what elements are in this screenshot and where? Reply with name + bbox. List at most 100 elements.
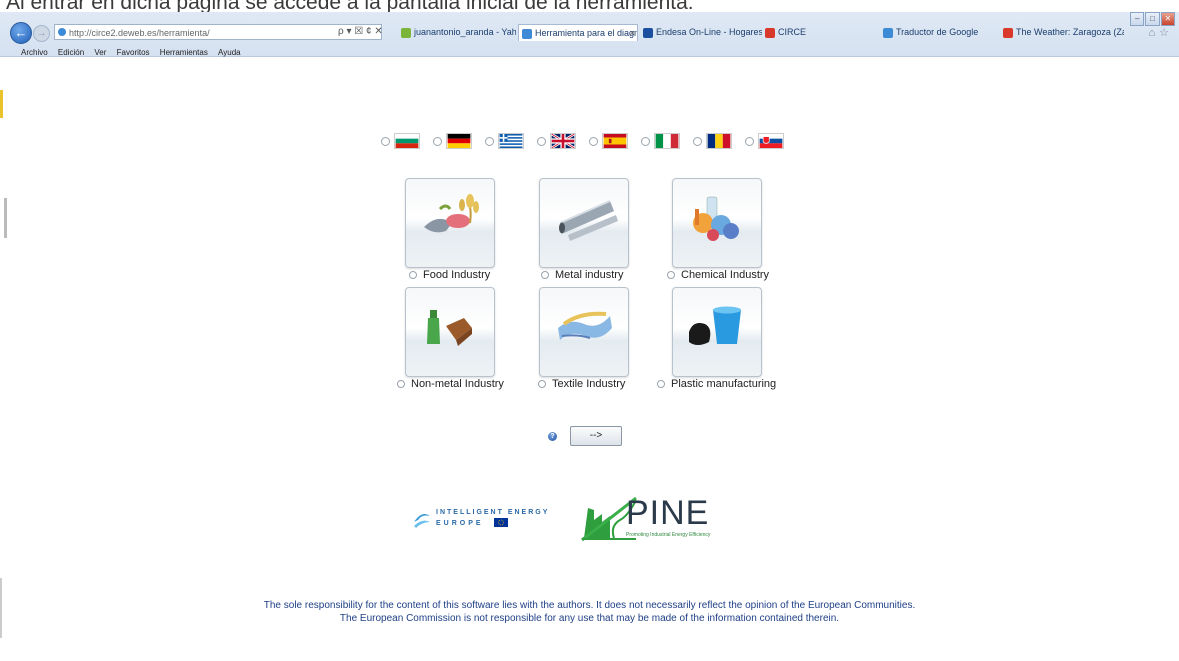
lang-radio[interactable] (537, 136, 546, 146)
disclaimer-line-1: The sole responsibility for the content … (263, 600, 916, 611)
lang-option-el[interactable] (485, 133, 524, 149)
food-icon (424, 194, 479, 233)
industry-label: Non-metal Industry (411, 378, 504, 390)
lang-radio[interactable] (745, 136, 754, 146)
iee-logo-subtext: EUROPE (436, 520, 484, 527)
industry-option-plastic[interactable]: Plastic manufacturing (657, 378, 776, 390)
tab-herramienta[interactable]: Herramienta para el diagnó... × (518, 24, 638, 41)
lang-option-de[interactable] (433, 133, 472, 149)
lang-option-es[interactable] (589, 133, 628, 149)
industry-option-textile[interactable]: Textile Industry (538, 378, 625, 390)
forward-button[interactable]: → (33, 25, 50, 42)
menu-edicion[interactable]: Edición (58, 48, 84, 57)
industry-card-metal[interactable] (539, 178, 629, 268)
lang-radio[interactable] (381, 136, 390, 146)
bottle-brick-icon (427, 310, 472, 346)
industry-label: Chemical Industry (681, 269, 770, 281)
menu-favoritos[interactable]: Favoritos (117, 48, 150, 57)
tab-label: Endesa On-Line - Hogares (656, 27, 762, 37)
industry-option-food[interactable]: Food Industry (409, 269, 490, 281)
back-button[interactable]: ← (10, 22, 32, 44)
industry-card-chemical[interactable] (672, 178, 762, 268)
tab-label: Traductor de Google (896, 27, 979, 37)
eu-flag-icon (494, 518, 508, 527)
lang-option-en[interactable] (537, 133, 576, 149)
toolbar-icons: ⌂☆ (1148, 26, 1173, 39)
tab-weather[interactable]: The Weather: Zaragoza (Zarag... (1000, 24, 1124, 41)
disclaimer: The sole responsibility for the content … (0, 599, 1179, 625)
address-text: http://circe2.deweb.es/herramienta/ (69, 28, 210, 38)
spain-flag-icon (602, 133, 628, 149)
metal-pipe-icon (559, 200, 618, 241)
tab-label: Herramienta para el diagnó... (535, 28, 637, 38)
tab-label: juanantonio_aranda - Yahoo! ... (414, 27, 516, 37)
greece-flag-icon (498, 133, 524, 149)
industry-option-metal[interactable]: Metal industry (541, 269, 623, 281)
industry-radio[interactable] (397, 380, 405, 388)
lang-radio[interactable] (641, 136, 650, 146)
uk-flag-icon (550, 133, 576, 149)
industry-radio[interactable] (409, 271, 417, 279)
back-arrow-icon: ← (14, 25, 28, 40)
menu-archivo[interactable]: Archivo (21, 48, 48, 57)
plastic-bucket-icon (689, 306, 741, 345)
tab-circe[interactable]: CIRCE (762, 24, 872, 41)
industry-card-textile[interactable] (539, 287, 629, 377)
left-window-edge (0, 90, 7, 638)
favorites-star-icon[interactable]: ☆ (1159, 27, 1173, 39)
industry-option-chemical[interactable]: Chemical Industry (667, 269, 769, 281)
industry-label: Plastic manufacturing (671, 378, 777, 390)
industry-option-non-metal[interactable]: Non-metal Industry (397, 378, 504, 390)
circe-favicon-icon (765, 28, 775, 38)
industry-label: Food Industry (423, 269, 491, 281)
help-icon[interactable]: ? (548, 432, 557, 441)
menu-ver[interactable]: Ver (94, 48, 106, 57)
italy-flag-icon (654, 133, 680, 149)
industry-label: Metal industry (555, 269, 624, 281)
menu-herramientas[interactable]: Herramientas (160, 48, 208, 57)
disclaimer-line-2: The European Commission is not responsib… (339, 613, 840, 624)
industry-card-non-metal[interactable] (405, 287, 495, 377)
weather-favicon-icon (1003, 28, 1013, 38)
industry-radio[interactable] (657, 380, 665, 388)
industry-card-plastic[interactable] (672, 287, 762, 377)
industry-radio[interactable] (541, 271, 549, 279)
lang-radio[interactable] (693, 136, 702, 146)
page-favicon-icon (522, 29, 532, 39)
tab-label: The Weather: Zaragoza (Zarag... (1016, 27, 1124, 37)
menu-bar: Archivo Edición Ver Favoritos Herramient… (0, 47, 1179, 59)
romania-flag-icon (706, 133, 732, 149)
lang-option-sk[interactable] (745, 133, 784, 149)
address-bar[interactable]: http://circe2.deweb.es/herramienta/ (54, 24, 382, 40)
nav-row: ← → http://circe2.deweb.es/herramienta/ … (0, 22, 1179, 44)
address-controls[interactable]: ρ ▾ ☒ ¢ ✕ (338, 26, 383, 37)
fabric-icon (558, 311, 612, 340)
lang-option-bg[interactable] (381, 133, 420, 149)
slovakia-flag-icon (758, 133, 784, 149)
industry-card-food[interactable] (405, 178, 495, 268)
next-button[interactable]: --> (570, 426, 622, 446)
chemistry-flask-icon (693, 196, 739, 241)
bulgaria-flag-icon (394, 133, 420, 149)
tab-google-translate[interactable]: Traductor de Google (880, 24, 998, 41)
home-icon[interactable]: ⌂ (1148, 27, 1159, 39)
lang-radio[interactable] (433, 136, 442, 146)
germany-flag-icon (446, 133, 472, 149)
lang-radio[interactable] (485, 136, 494, 146)
close-tab-icon[interactable]: × (630, 25, 635, 41)
industry-radio[interactable] (538, 380, 546, 388)
lang-option-it[interactable] (641, 133, 680, 149)
tab-endesa[interactable]: Endesa On-Line - Hogares (640, 24, 762, 41)
forward-arrow-icon: → (36, 28, 47, 39)
tab-yahoo[interactable]: juanantonio_aranda - Yahoo! ... (398, 24, 516, 41)
lang-radio[interactable] (589, 136, 598, 146)
pine-tagline: Promoting Industrial Energy Efficiency (626, 532, 711, 538)
pine-logo-text: PINE (626, 494, 710, 532)
menu-ayuda[interactable]: Ayuda (218, 48, 241, 57)
endesa-favicon-icon (643, 28, 653, 38)
industry-radio[interactable] (667, 271, 675, 279)
language-selector (381, 131, 797, 151)
lang-option-ro[interactable] (693, 133, 732, 149)
industry-label: Textile Industry (552, 378, 626, 390)
tab-label: CIRCE (778, 27, 807, 37)
